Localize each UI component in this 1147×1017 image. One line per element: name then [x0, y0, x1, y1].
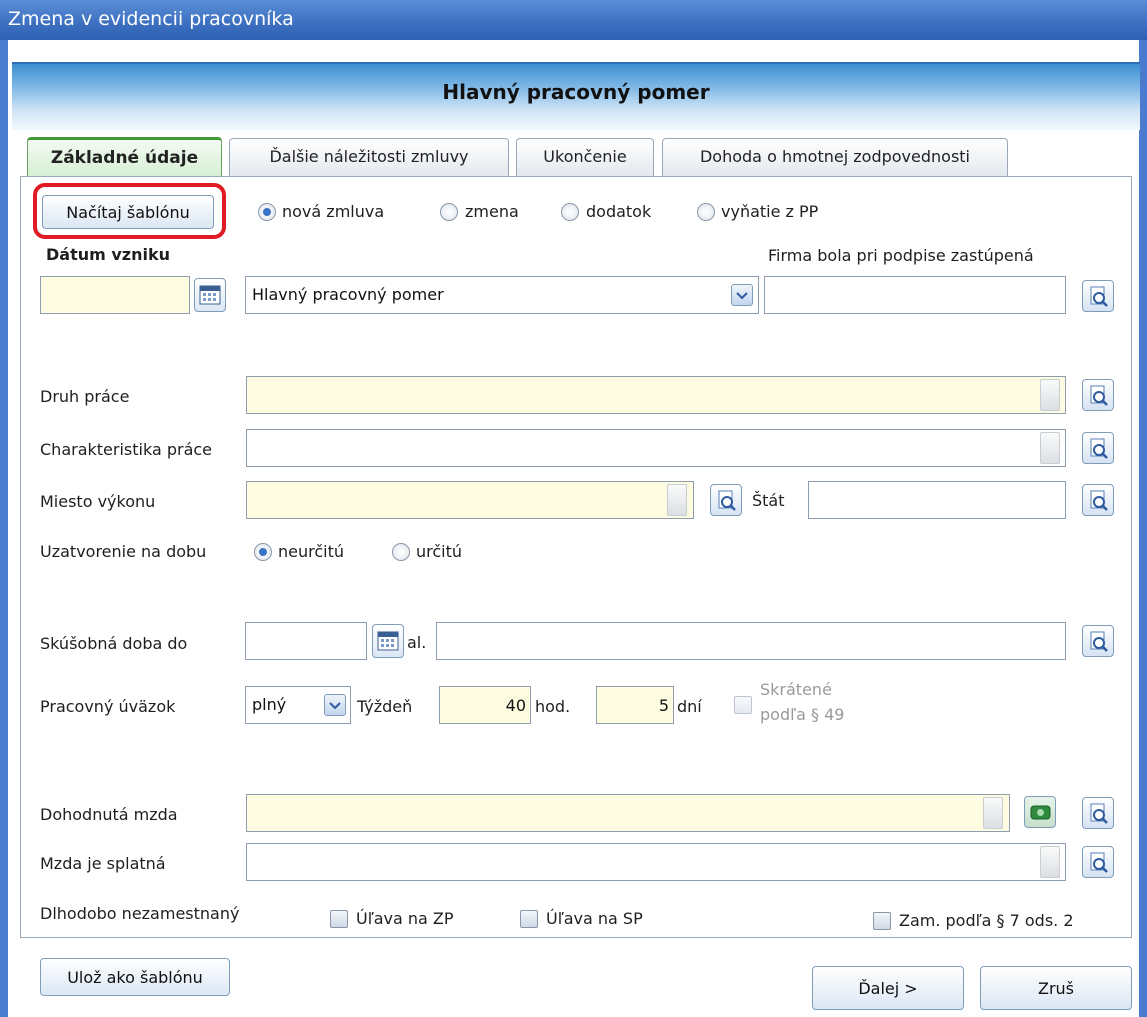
lookup-icon[interactable]	[1082, 280, 1114, 312]
radio-indefinite[interactable]	[254, 543, 272, 561]
radio-label: určitú	[416, 542, 463, 561]
tab-contract-details[interactable]: Ďalšie náležitosti zmluvy	[229, 138, 509, 176]
probation-al-input[interactable]	[436, 622, 1066, 660]
radio-amendment[interactable]	[561, 203, 579, 221]
week-label: Týždeň	[357, 697, 413, 716]
work-characteristics-input[interactable]	[246, 429, 1066, 467]
hours-input[interactable]	[439, 686, 531, 724]
long-term-unemployed-label: Dlhodobo nezamestnaný	[40, 904, 240, 923]
window-title-bar[interactable]: Zmena v evidencii pracovníka	[0, 0, 1147, 40]
start-date-label: Dátum vzniku	[46, 245, 171, 264]
duration-label: Uzatvorenie na dobu	[40, 542, 207, 561]
radio-label: dodatok	[586, 202, 652, 221]
calendar-icon[interactable]	[372, 624, 404, 658]
work-characteristics-label: Charakteristika práce	[40, 440, 213, 459]
agreed-salary-label: Dohodnutá mzda	[40, 805, 178, 824]
shortened-checkbox[interactable]	[734, 696, 752, 714]
window-title: Zmena v evidencii pracovníka	[8, 8, 294, 30]
lookup-icon[interactable]	[1082, 484, 1114, 516]
cancel-button[interactable]: Zruš	[980, 966, 1132, 1010]
salary-payable-input[interactable]	[246, 843, 1066, 881]
work-place-input[interactable]	[246, 481, 694, 519]
tab-termination[interactable]: Ukončenie	[516, 138, 654, 176]
tab-basic[interactable]: Základné údaje	[27, 137, 222, 177]
representation-label: Firma bola pri podpise zastúpená	[768, 246, 1034, 265]
calendar-icon[interactable]	[194, 278, 226, 312]
radio-new-contract[interactable]	[258, 203, 276, 221]
scroll-stub[interactable]	[1040, 846, 1060, 878]
scroll-stub[interactable]	[1040, 432, 1060, 464]
radio-definite[interactable]	[392, 543, 410, 561]
days-unit-label: dní	[677, 697, 702, 716]
shortened-label-line1: Skrátené	[760, 680, 832, 699]
chevron-down-icon[interactable]	[324, 694, 346, 716]
save-template-button[interactable]: Ulož ako šablónu	[40, 958, 230, 996]
radio-label: nová zmluva	[282, 202, 385, 221]
tab-label: Dohoda o hmotnej zodpovednosti	[699, 147, 970, 166]
salary-payable-label: Mzda je splatná	[40, 854, 166, 873]
scroll-stub[interactable]	[667, 484, 687, 516]
lookup-icon[interactable]	[710, 484, 742, 516]
lookup-icon[interactable]	[1082, 432, 1114, 464]
relation-value: Hlavný pracovný pomer	[252, 285, 444, 304]
probation-date-input[interactable]	[245, 622, 367, 660]
start-date-input[interactable]	[40, 276, 190, 314]
sp-relief-checkbox[interactable]	[520, 910, 538, 928]
radio-label: neurčitú	[278, 542, 345, 561]
tab-liability-agreement[interactable]: Dohoda o hmotnej zodpovednosti	[662, 138, 1008, 176]
days-input[interactable]	[596, 686, 674, 724]
shortened-label-line2: podľa § 49	[760, 705, 845, 724]
work-place-label: Miesto výkonu	[40, 492, 156, 511]
state-label: Štát	[752, 491, 785, 510]
work-type-label: Druh práce	[40, 387, 130, 406]
radio-label: zmena	[465, 202, 519, 221]
load-template-button[interactable]: Načítaj šablónu	[42, 195, 214, 229]
radio-label: vyňatie z PP	[721, 202, 819, 221]
radio-change[interactable]	[440, 203, 458, 221]
lookup-icon[interactable]	[1082, 846, 1114, 878]
scroll-stub[interactable]	[983, 797, 1003, 829]
state-input[interactable]	[808, 481, 1066, 519]
lookup-icon[interactable]	[1082, 379, 1114, 411]
agreed-salary-input[interactable]	[246, 794, 1010, 832]
radio-exempt[interactable]	[697, 203, 715, 221]
next-button[interactable]: Ďalej >	[812, 966, 964, 1010]
workload-label: Pracovný úväzok	[40, 697, 176, 716]
par7-checkbox[interactable]	[873, 912, 891, 930]
work-type-input[interactable]	[246, 376, 1066, 414]
chevron-down-icon[interactable]	[731, 284, 753, 306]
sp-relief-label: Úľava na SP	[546, 909, 643, 928]
tab-label: Ukončenie	[543, 147, 627, 166]
tab-label: Základné údaje	[50, 148, 199, 168]
probation-label: Skúšobná doba do	[40, 634, 188, 653]
lookup-icon[interactable]	[1082, 625, 1114, 657]
page-title: Hlavný pracovný pomer	[442, 80, 710, 104]
zp-relief-label: Úľava na ZP	[356, 909, 454, 928]
par7-label: Zam. podľa § 7 ods. 2	[899, 911, 1074, 930]
workload-value: plný	[252, 695, 287, 714]
representation-input[interactable]	[764, 276, 1066, 314]
hours-unit-label: hod.	[535, 697, 571, 716]
money-icon[interactable]	[1024, 796, 1056, 828]
tab-label: Ďalšie náležitosti zmluvy	[269, 147, 469, 166]
scroll-stub[interactable]	[1040, 379, 1060, 411]
al-label: al.	[407, 633, 427, 652]
zp-relief-checkbox[interactable]	[330, 910, 348, 928]
lookup-icon[interactable]	[1082, 797, 1114, 829]
relation-select[interactable]: Hlavný pracovný pomer	[245, 276, 759, 314]
